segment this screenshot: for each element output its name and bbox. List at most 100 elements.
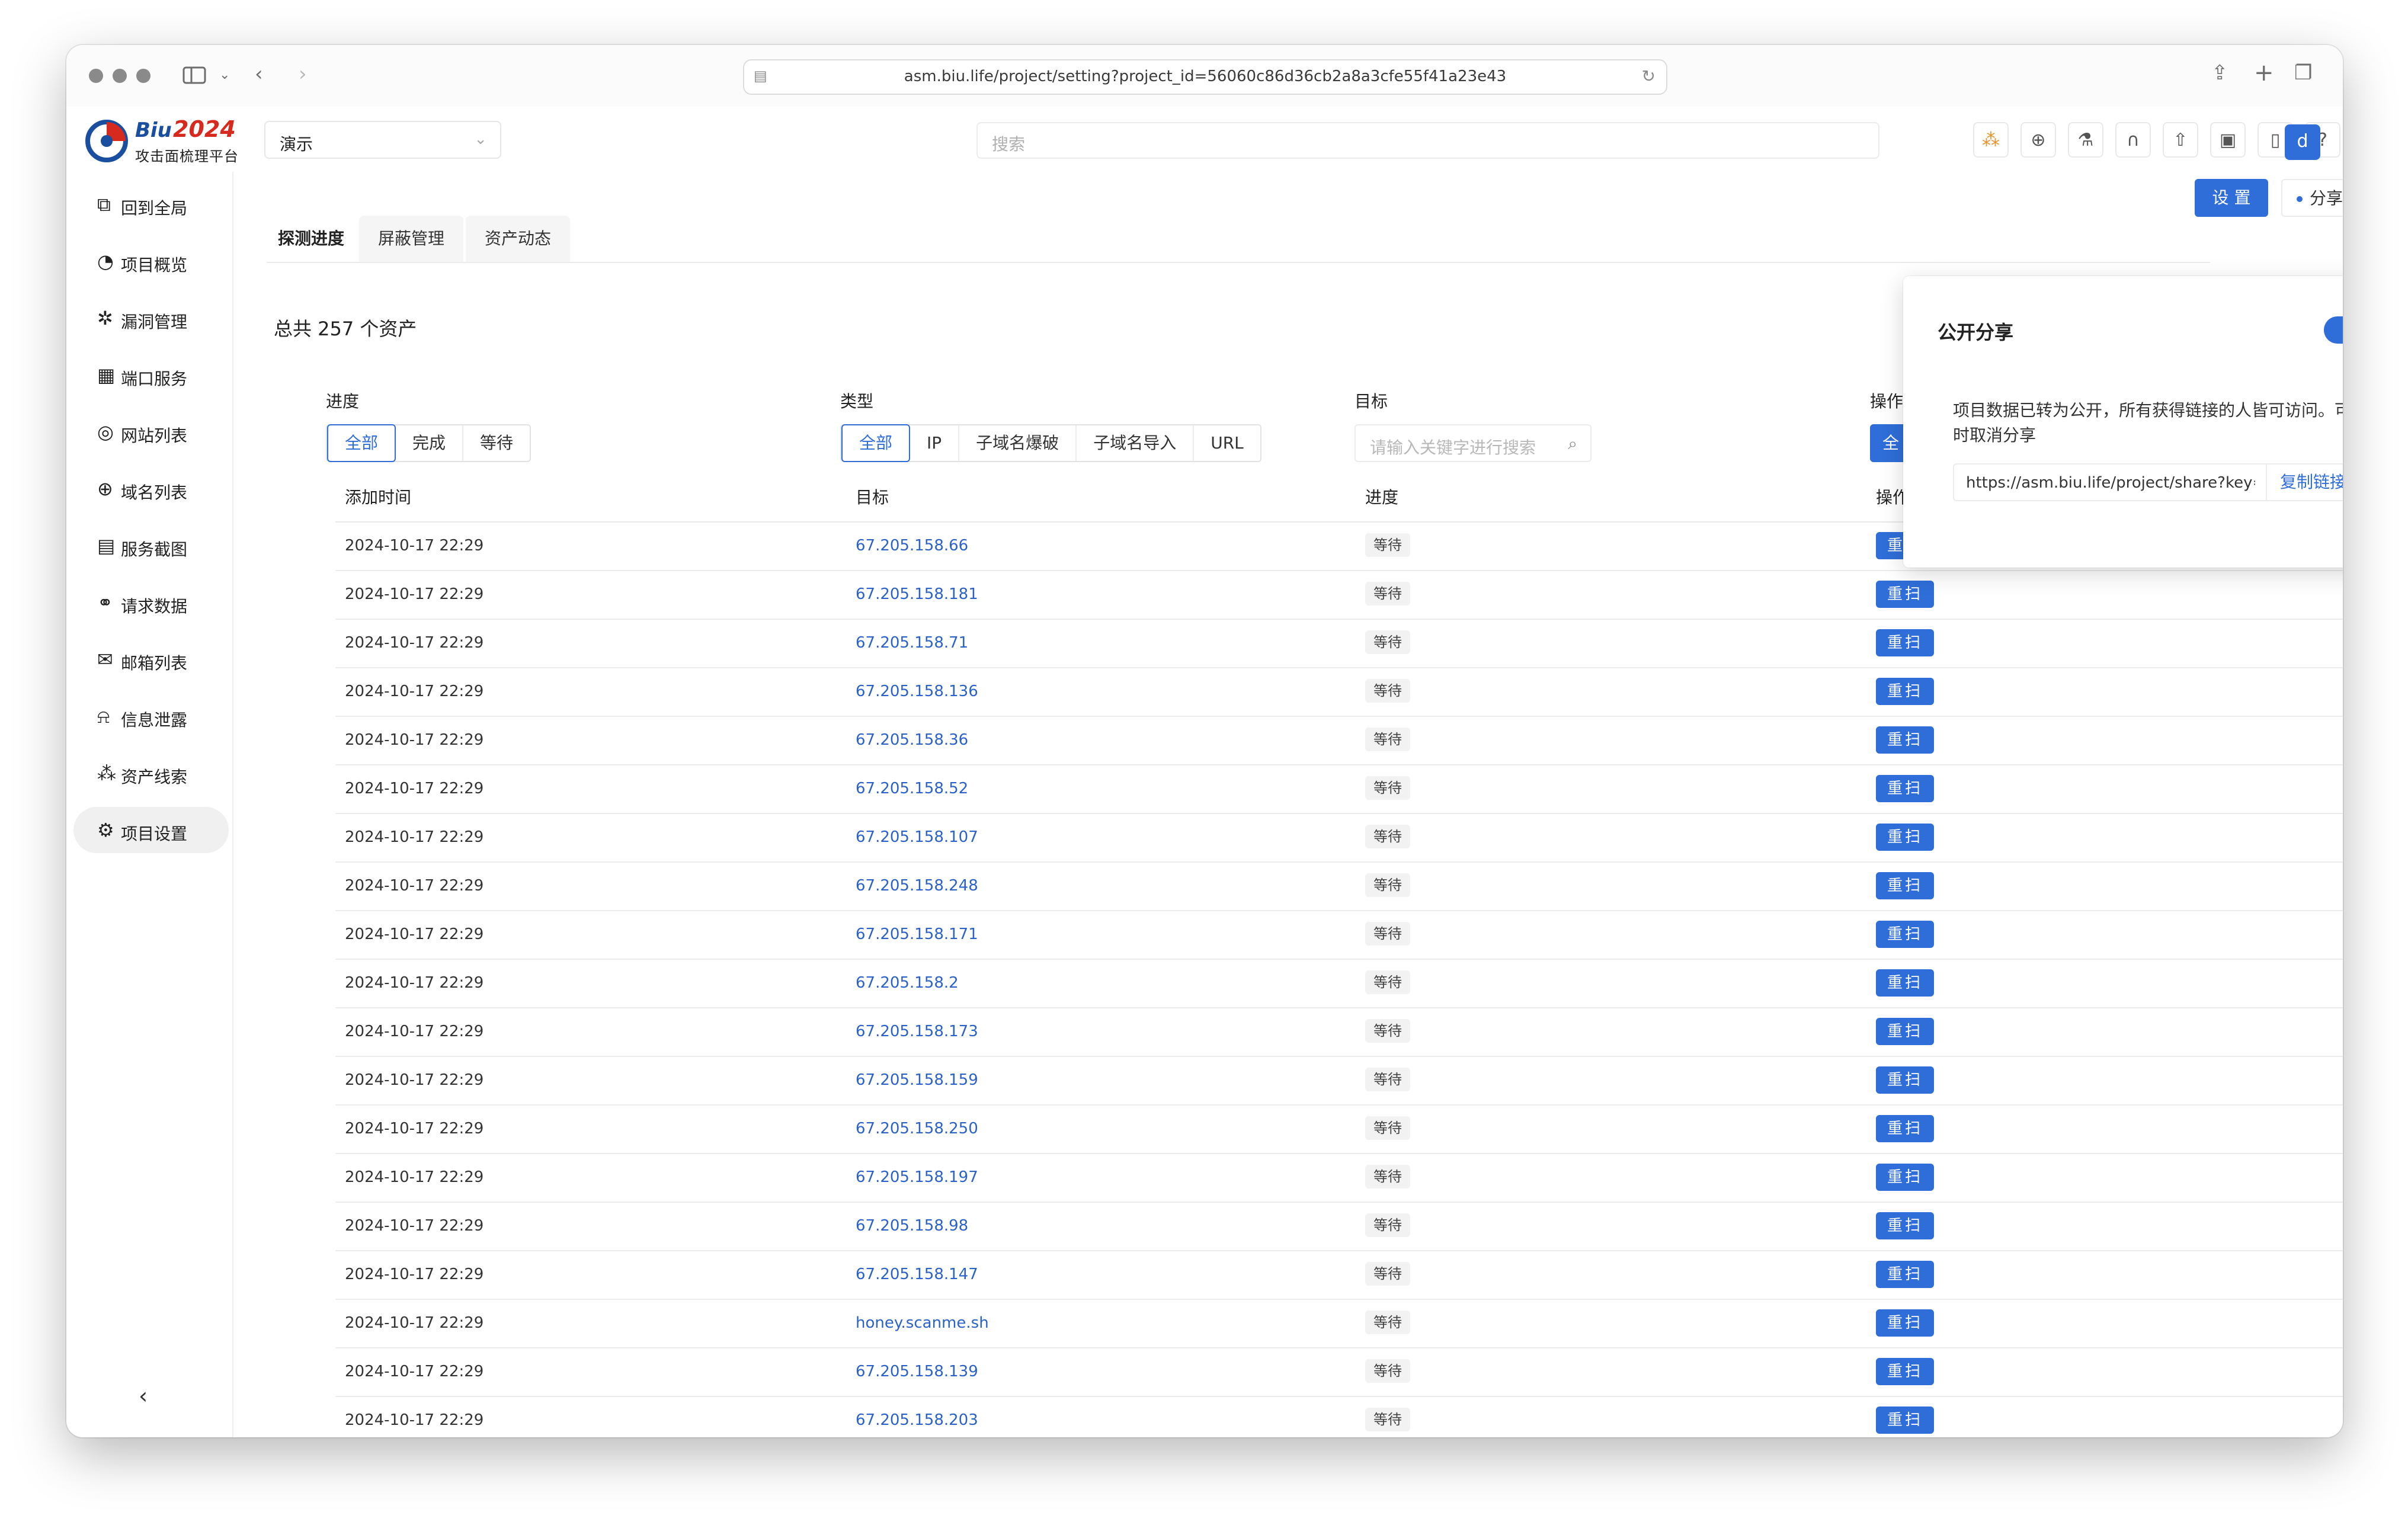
user-avatar[interactable]: d: [2285, 124, 2320, 160]
sidebar-item-label: 信息泄露: [121, 710, 188, 730]
new-tab-icon[interactable]: +: [2254, 61, 2274, 85]
rescan-button[interactable]: 重扫: [1876, 1018, 1934, 1045]
minimize-window-button[interactable]: [113, 69, 127, 83]
upload-icon[interactable]: ⇧: [2163, 122, 2198, 158]
rescan-button[interactable]: 重扫: [1876, 1164, 1934, 1191]
rescan-button[interactable]: 重扫: [1876, 1309, 1934, 1337]
row-target-link[interactable]: 67.205.158.203: [856, 1411, 978, 1429]
forward-icon[interactable]: ›: [299, 64, 307, 84]
asset-graph-icon[interactable]: ⁂: [1973, 122, 2009, 158]
progress-option-done[interactable]: 完成: [396, 425, 464, 461]
share-popover-title: 公开分享: [1938, 321, 2014, 344]
type-option-all[interactable]: 全部: [841, 424, 911, 462]
pie-chart-icon: ◔: [97, 250, 114, 273]
type-option-subdomain-import[interactable]: 子域名导入: [1077, 425, 1195, 461]
close-window-button[interactable]: [89, 69, 103, 83]
row-time: 2024-10-17 22:29: [345, 537, 484, 555]
sidebar-item-overview[interactable]: ◔ 项目概览: [73, 238, 229, 284]
global-search-input[interactable]: 搜索: [976, 122, 1879, 159]
row-target-link[interactable]: 67.205.158.197: [856, 1168, 978, 1186]
sidebar-item-websites[interactable]: ◎ 网站列表: [73, 409, 229, 455]
rescan-button[interactable]: 重扫: [1876, 921, 1934, 948]
add-circle-icon[interactable]: ⊕: [2020, 122, 2056, 158]
chevron-down-icon[interactable]: ⌄: [219, 65, 230, 85]
row-target-link[interactable]: 67.205.158.66: [856, 537, 968, 555]
row-target-link[interactable]: 67.205.158.171: [856, 925, 978, 943]
row-target-link[interactable]: 67.205.158.136: [856, 683, 978, 700]
settings-button[interactable]: 设 置: [2195, 179, 2268, 217]
sidebar-item-vulnerabilities[interactable]: ✲ 漏洞管理: [73, 295, 229, 341]
maximize-window-button[interactable]: [136, 69, 150, 83]
back-icon[interactable]: ‹: [255, 64, 263, 84]
sidebar-item-emails[interactable]: ✉ 邮箱列表: [73, 636, 229, 683]
type-option-url[interactable]: URL: [1194, 425, 1260, 461]
rescan-button[interactable]: 重扫: [1876, 1212, 1934, 1239]
row-target-link[interactable]: 67.205.158.248: [856, 877, 978, 895]
address-bar[interactable]: ▤ asm.biu.life/project/setting?project_i…: [743, 59, 1667, 95]
row-target-link[interactable]: 67.205.158.36: [856, 731, 968, 749]
rescan-button[interactable]: 重扫: [1876, 969, 1934, 997]
row-target-link[interactable]: 67.205.158.250: [856, 1120, 978, 1138]
row-target-link[interactable]: 67.205.158.147: [856, 1266, 978, 1283]
headset-icon[interactable]: ∩: [2115, 122, 2151, 158]
share-icon[interactable]: ⇪: [2211, 63, 2228, 83]
sidebar-item-asset-clues[interactable]: ⁂ 资产线索: [73, 750, 229, 796]
row-target-link[interactable]: 67.205.158.139: [856, 1363, 978, 1380]
tab-scan-progress[interactable]: 探测进度: [267, 216, 356, 262]
rescan-button[interactable]: 重扫: [1876, 775, 1934, 802]
copy-link-button[interactable]: 复制链接: [2266, 464, 2343, 500]
report-file-icon[interactable]: ▣: [2210, 122, 2246, 158]
row-status-badge: 等待: [1365, 776, 1410, 800]
rescan-button[interactable]: 重扫: [1876, 1358, 1934, 1385]
project-select[interactable]: 演示 ⌄: [264, 121, 501, 159]
rescan-button[interactable]: 重扫: [1876, 629, 1934, 656]
sidebar-item-domains[interactable]: ⊕ 域名列表: [73, 466, 229, 512]
row-target-link[interactable]: 67.205.158.98: [856, 1217, 968, 1235]
tab-asset-activity[interactable]: 资产动态: [466, 216, 570, 262]
row-target-link[interactable]: 67.205.158.71: [856, 634, 968, 652]
sidebar-item-ports[interactable]: ▦ 端口服务: [73, 352, 229, 398]
sidebar-toggle-icon[interactable]: [182, 65, 207, 89]
sidebar-item-leaks[interactable]: ⍾ 信息泄露: [73, 693, 229, 739]
sidebar-item-project-settings[interactable]: ⚙ 项目设置: [73, 807, 229, 853]
rescan-button[interactable]: 重扫: [1876, 1066, 1934, 1094]
sidebar-item-label: 漏洞管理: [121, 312, 188, 332]
rescan-button[interactable]: 重扫: [1876, 824, 1934, 851]
row-target-link[interactable]: honey.scanme.sh: [856, 1314, 989, 1332]
row-target-link[interactable]: 67.205.158.2: [856, 974, 959, 992]
rescan-button[interactable]: 重扫: [1876, 1407, 1934, 1434]
logo-icon[interactable]: [84, 117, 129, 162]
share-status-button[interactable]: 分享中: [2281, 179, 2343, 217]
flask-icon[interactable]: ⚗: [2068, 122, 2103, 158]
column-header-time: 添加时间: [345, 488, 412, 507]
tabs-overview-icon[interactable]: ❐: [2294, 63, 2312, 83]
sidebar-item-label: 项目设置: [121, 824, 188, 844]
rescan-button[interactable]: 重扫: [1876, 1261, 1934, 1288]
table-row: 2024-10-17 22:29 67.205.158.159 等待 重扫: [335, 1057, 2343, 1106]
progress-option-all[interactable]: 全部: [327, 424, 396, 462]
share-link-field[interactable]: https://asm.biu.life/project/share?key=9…: [1953, 463, 2343, 501]
row-target-link[interactable]: 67.205.158.107: [856, 828, 978, 846]
type-option-ip[interactable]: IP: [910, 425, 960, 461]
logo-text: Biu: [135, 118, 172, 142]
sidebar-item-requests[interactable]: ⚭ 请求数据: [73, 579, 229, 626]
sidebar-item-screenshots[interactable]: ▤ 服务截图: [73, 523, 229, 569]
row-target-link[interactable]: 67.205.158.173: [856, 1023, 978, 1040]
rescan-button[interactable]: 重扫: [1876, 1115, 1934, 1142]
collapse-sidebar-icon[interactable]: ‹: [139, 1383, 148, 1409]
target-search-input[interactable]: 请输入关键字进行搜索 ⌕: [1354, 424, 1592, 462]
row-target-link[interactable]: 67.205.158.181: [856, 585, 978, 603]
type-option-subdomain-brute[interactable]: 子域名爆破: [959, 425, 1077, 461]
reload-icon[interactable]: ↻: [1642, 66, 1655, 86]
row-target-link[interactable]: 67.205.158.52: [856, 780, 968, 797]
sidebar-item-back-global[interactable]: ⧉ 回到全局: [73, 181, 229, 228]
progress-option-waiting[interactable]: 等待: [463, 425, 530, 461]
rescan-button[interactable]: 重扫: [1876, 872, 1934, 899]
row-target-link[interactable]: 67.205.158.159: [856, 1071, 978, 1089]
rescan-button[interactable]: 重扫: [1876, 678, 1934, 705]
public-share-toggle[interactable]: [2324, 316, 2343, 344]
sidebar-item-label: 服务截图: [121, 540, 188, 559]
rescan-button[interactable]: 重扫: [1876, 726, 1934, 754]
rescan-button[interactable]: 重扫: [1876, 581, 1934, 608]
tab-block-management[interactable]: 屏蔽管理: [359, 216, 463, 262]
